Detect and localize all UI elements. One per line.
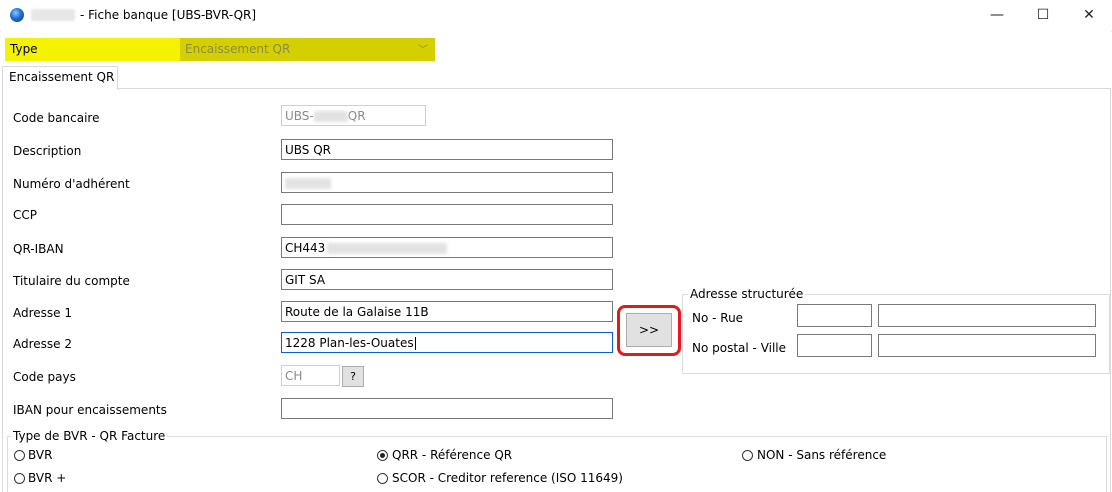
text-caret bbox=[414, 337, 416, 350]
no-rue-label: No - Rue bbox=[692, 311, 744, 325]
tab-label: Encaissement QR bbox=[9, 70, 115, 84]
transfer-address-button[interactable]: >> bbox=[626, 313, 672, 347]
postal-field[interactable] bbox=[797, 334, 872, 357]
code-bancaire-label: Code bancaire bbox=[13, 111, 100, 125]
titulaire-label: Titulaire du compte bbox=[13, 274, 130, 288]
radio-qrr[interactable] bbox=[377, 450, 388, 461]
ccp-field[interactable] bbox=[281, 204, 613, 225]
qr-iban-label: QR-IBAN bbox=[13, 242, 64, 256]
code-pays-label: Code pays bbox=[13, 370, 76, 384]
code-pays-help-button[interactable]: ? bbox=[342, 366, 364, 387]
adresse2-value: 1228 Plan-les-Ouates bbox=[285, 336, 414, 350]
ville-field[interactable] bbox=[878, 334, 1096, 357]
radio-bvr-plus[interactable] bbox=[14, 473, 25, 484]
radio-scor[interactable] bbox=[377, 473, 388, 484]
bvr-type-title: Type de BVR - QR Facture bbox=[11, 429, 168, 443]
chevron-down-icon: ﹀ bbox=[418, 45, 428, 56]
radio-non[interactable] bbox=[742, 450, 753, 461]
code-bancaire-suffix: QR bbox=[347, 109, 366, 123]
rue-field[interactable] bbox=[878, 304, 1096, 327]
app-icon bbox=[10, 8, 24, 22]
code-bancaire-field[interactable]: UBS- QR bbox=[281, 105, 426, 126]
numero-adherent-redacted bbox=[285, 178, 331, 189]
description-field[interactable]: UBS QR bbox=[281, 139, 613, 160]
radio-bvr[interactable] bbox=[14, 450, 25, 461]
title-redacted-company bbox=[31, 9, 75, 21]
qr-iban-value: CH443 bbox=[285, 241, 326, 255]
iban-encaissements-label: IBAN pour encaissements bbox=[13, 403, 167, 417]
code-bancaire-redacted bbox=[313, 111, 348, 122]
radio-scor-label: SCOR - Creditor reference (ISO 11649) bbox=[392, 471, 623, 485]
adresse1-label: Adresse 1 bbox=[13, 306, 73, 320]
type-label: Type bbox=[10, 42, 38, 56]
adresse2-label: Adresse 2 bbox=[13, 337, 73, 351]
window-title: - Fiche banque [UBS-BVR-QR] bbox=[80, 8, 257, 22]
description-label: Description bbox=[13, 144, 82, 158]
numero-adherent-label: Numéro d'adhérent bbox=[13, 177, 130, 191]
ccp-label: CCP bbox=[13, 208, 37, 222]
radio-bvr-label: BVR bbox=[28, 448, 53, 462]
radio-bvr-plus-label: BVR + bbox=[28, 471, 67, 485]
adresse2-field[interactable]: 1228 Plan-les-Ouates bbox=[281, 332, 613, 353]
radio-non-label: NON - Sans référence bbox=[757, 448, 887, 462]
no-field[interactable] bbox=[797, 304, 872, 327]
adresse1-field[interactable]: Route de la Galaise 11B bbox=[281, 301, 613, 322]
type-select-value: Encaissement QR bbox=[185, 42, 291, 56]
close-button[interactable]: ✕ bbox=[1066, 0, 1112, 31]
no-postal-ville-label: No postal - Ville bbox=[692, 341, 787, 355]
qr-iban-redacted bbox=[327, 243, 448, 254]
titulaire-field[interactable]: GIT SA bbox=[281, 269, 613, 290]
numero-adherent-field[interactable] bbox=[281, 172, 613, 193]
maximize-button[interactable]: ☐ bbox=[1020, 0, 1066, 31]
radio-qrr-label: QRR - Référence QR bbox=[392, 448, 513, 462]
qr-iban-field[interactable]: CH443 bbox=[281, 237, 613, 258]
iban-encaissements-field[interactable] bbox=[281, 398, 613, 419]
code-bancaire-prefix: UBS- bbox=[285, 109, 314, 123]
code-pays-field[interactable]: CH bbox=[281, 365, 340, 386]
adresse-structuree-title: Adresse structurée bbox=[688, 287, 806, 301]
minimize-button[interactable]: — bbox=[974, 0, 1020, 31]
